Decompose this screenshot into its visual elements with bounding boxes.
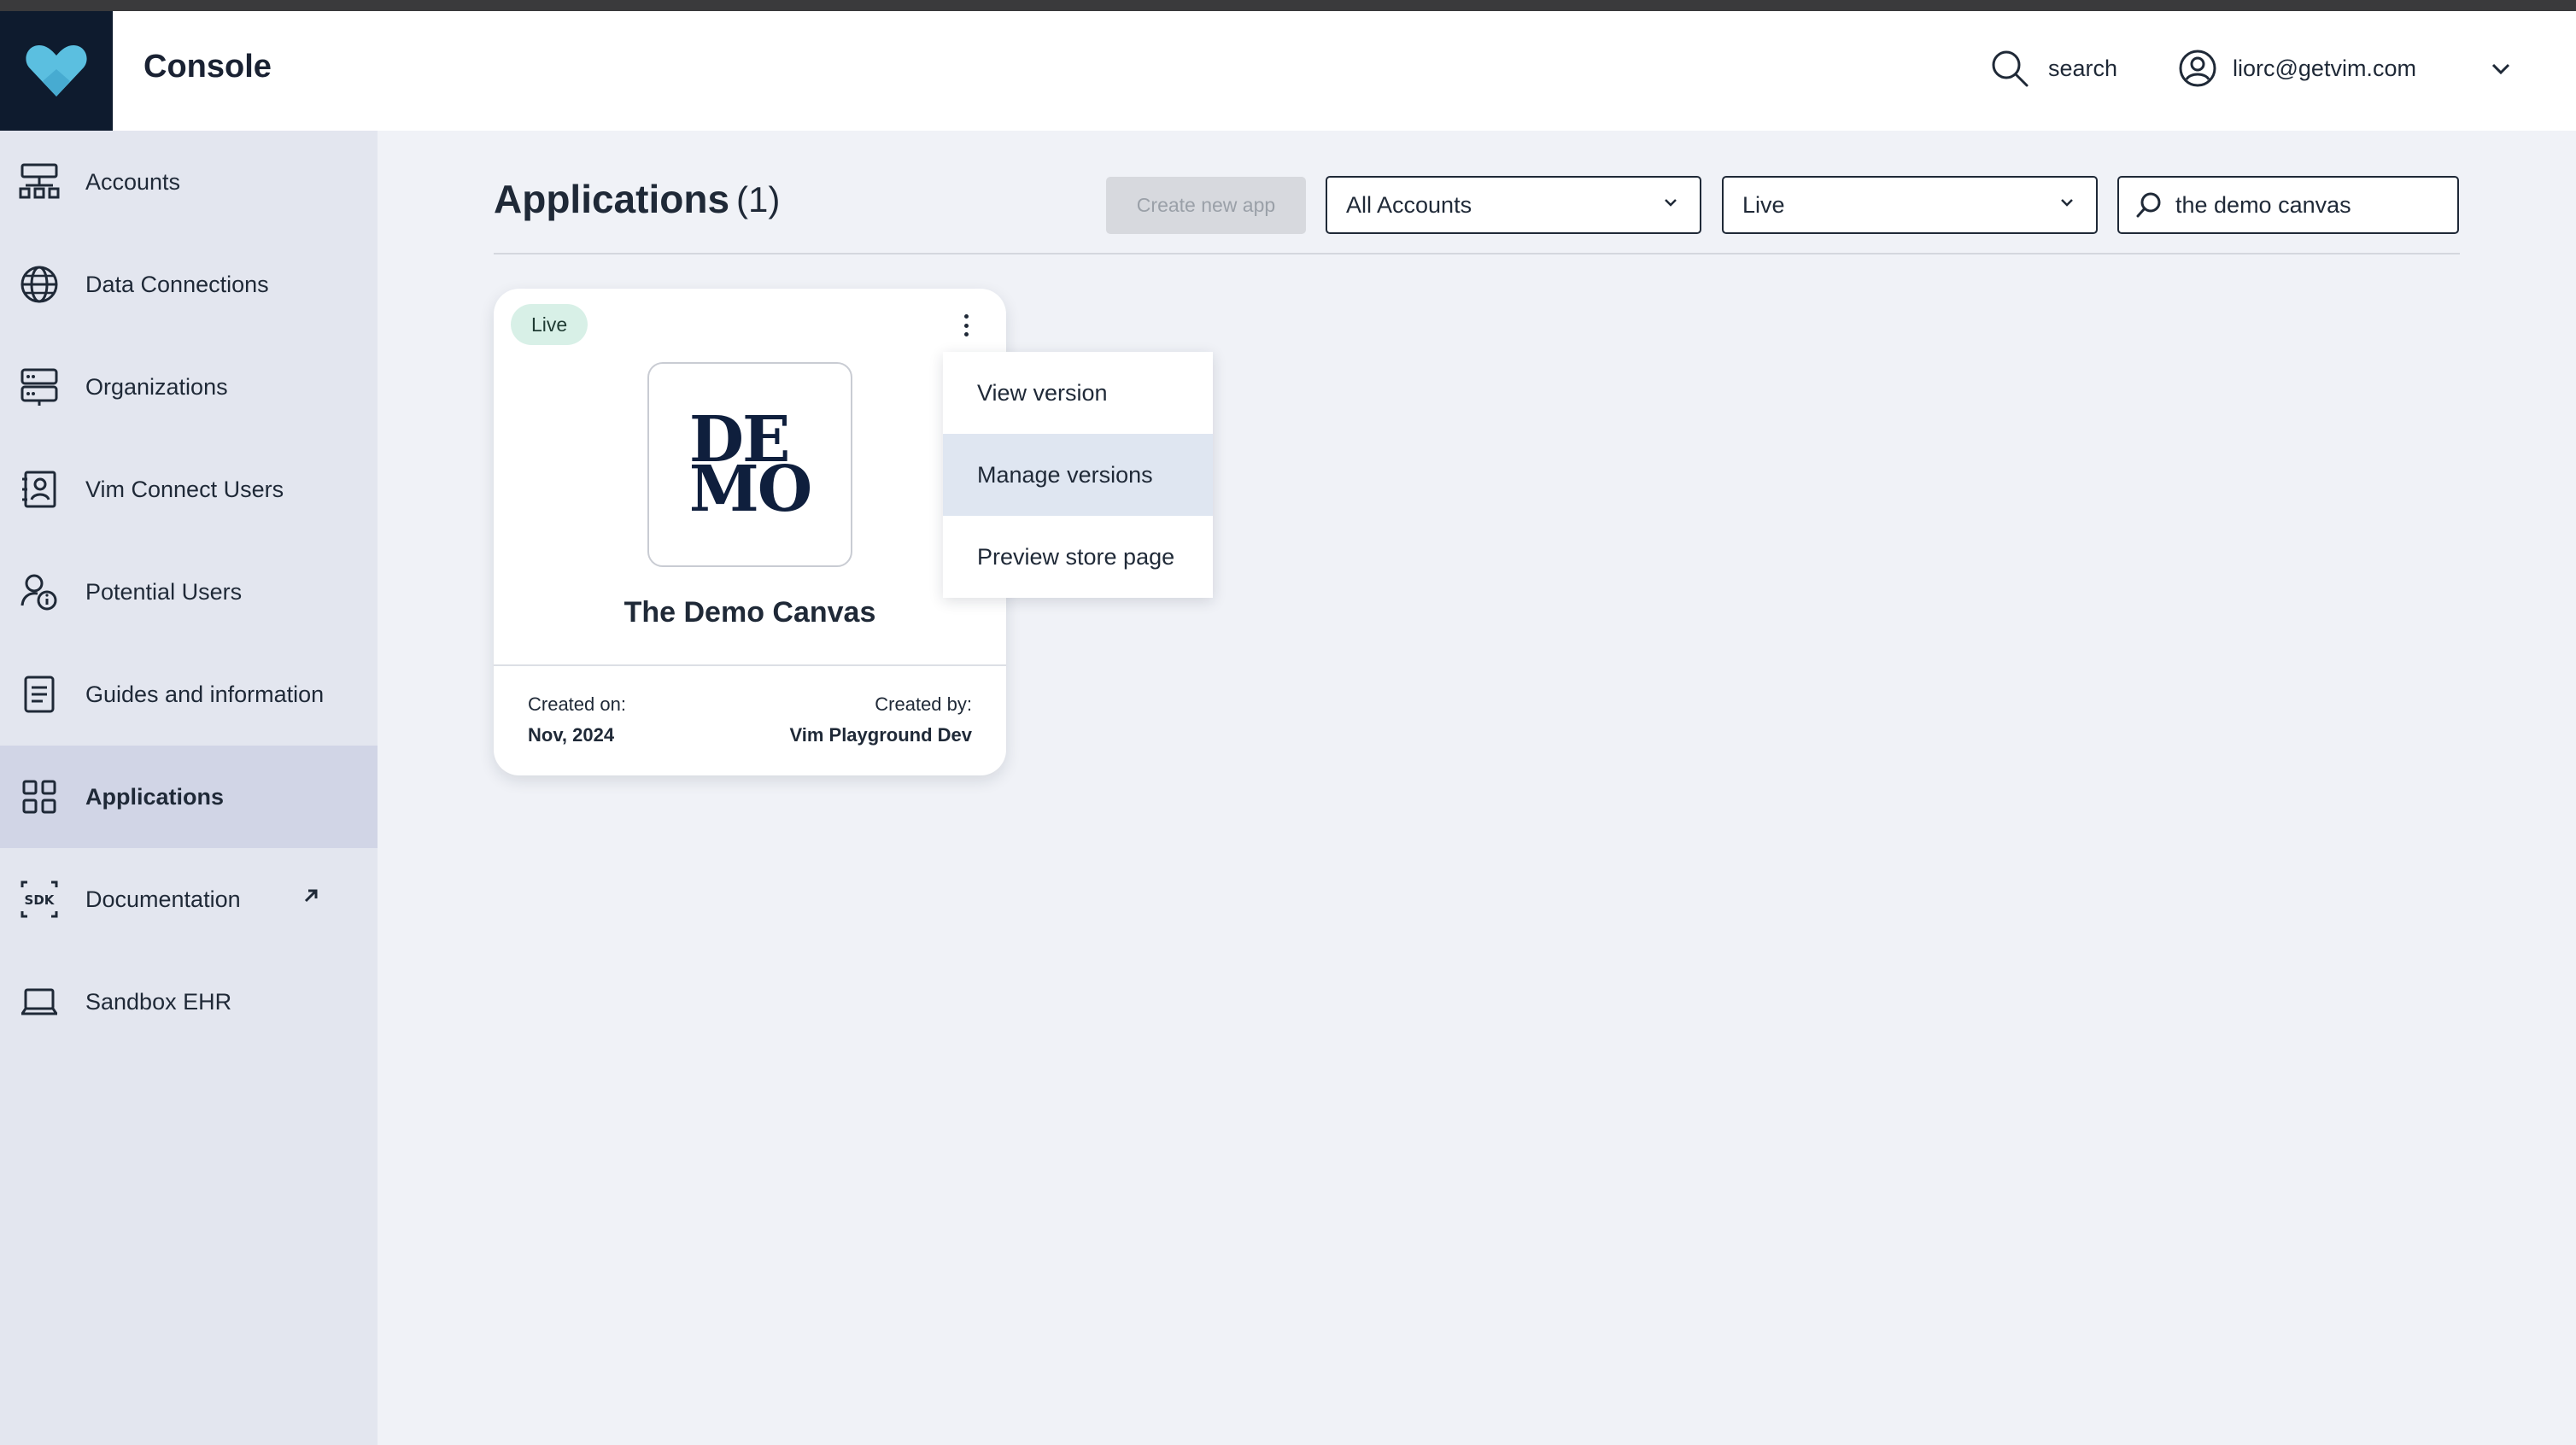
- app-logo-text: DE MO: [688, 408, 812, 526]
- sidebar-item-sandbox-ehr[interactable]: Sandbox EHR: [0, 951, 378, 1053]
- menu-item-preview-store-page[interactable]: Preview store page: [943, 516, 1213, 598]
- svg-text:SDK: SDK: [25, 892, 56, 908]
- sidebar-item-label: Documentation: [85, 886, 241, 912]
- chevron-down-icon: [2491, 63, 2510, 75]
- sidebar-item-organizations[interactable]: Organizations: [0, 336, 378, 438]
- sidebar-item-applications[interactable]: Applications: [0, 746, 378, 848]
- account-filter-value: All Accounts: [1346, 191, 1472, 218]
- more-options-icon[interactable]: [953, 311, 979, 340]
- created-by-value: Vim Playground Dev: [789, 724, 972, 746]
- menu-item-view-version[interactable]: View version: [943, 352, 1213, 434]
- created-on-label: Created on:: [528, 693, 626, 715]
- app-search-box[interactable]: [2117, 176, 2459, 234]
- header-search-label: search: [2048, 55, 2118, 81]
- external-link-icon: [302, 887, 319, 909]
- status-filter-value: Live: [1742, 191, 1785, 218]
- sidebar-item-documentation[interactable]: SDK Documentation: [0, 848, 378, 951]
- accounts-icon: [19, 161, 60, 202]
- created-by-label: Created by:: [875, 693, 972, 715]
- laptop-icon: [19, 981, 60, 1022]
- sidebar-item-data-connections[interactable]: Data Connections: [0, 233, 378, 336]
- server-icon: [19, 366, 60, 407]
- sidebar-item-guides[interactable]: Guides and information: [0, 643, 378, 746]
- account-filter-select[interactable]: All Accounts: [1326, 176, 1701, 234]
- app-logo-line-2: MO: [688, 453, 812, 526]
- user-menu-toggle[interactable]: [2491, 62, 2511, 80]
- top-header: Console search liorc@getvim.com: [0, 11, 2576, 131]
- app-title: Console: [143, 49, 272, 85]
- chevron-down-icon: [2061, 199, 2073, 207]
- user-email: liorc@getvim.com: [2233, 55, 2416, 81]
- card-divider: [494, 664, 1006, 666]
- app-count: (1): [736, 179, 781, 219]
- app-name: The Demo Canvas: [624, 596, 876, 629]
- sidebar-item-label: Applications: [85, 783, 225, 810]
- app-logo: DE MO: [647, 362, 852, 567]
- app-context-menu: View version Manage versions Preview sto…: [943, 352, 1213, 598]
- sidebar-item-label: Potential Users: [85, 578, 243, 605]
- sidebar-item-potential-users[interactable]: Potential Users: [0, 541, 378, 643]
- status-badge: Live: [511, 304, 588, 345]
- user-avatar-icon: [2179, 50, 2216, 87]
- sidebar: Accounts Data Connections Organizations …: [0, 131, 378, 1445]
- document-icon: [19, 674, 60, 715]
- contact-card-icon: [19, 469, 60, 510]
- sidebar-item-label: Accounts: [85, 168, 181, 195]
- window-top-strip: [0, 0, 2576, 11]
- sidebar-item-vim-connect-users[interactable]: Vim Connect Users: [0, 438, 378, 541]
- sidebar-item-label: Guides and information: [85, 681, 325, 707]
- heart-logo-icon: [26, 45, 87, 97]
- header-divider: [494, 253, 2460, 254]
- app-card[interactable]: Live DE MO The Demo Canvas Created on: N…: [494, 289, 1006, 775]
- chevron-down-icon: [1665, 199, 1677, 207]
- status-filter-select[interactable]: Live: [1722, 176, 2098, 234]
- grid-icon: [19, 776, 60, 817]
- created-on-value: Nov, 2024: [528, 724, 615, 746]
- header-search-button[interactable]: search: [1990, 49, 2117, 88]
- search-icon: [2136, 192, 2161, 218]
- user-info-icon: [19, 571, 60, 612]
- search-icon: [1992, 50, 2029, 87]
- sidebar-item-accounts[interactable]: Accounts: [0, 131, 378, 233]
- sidebar-item-label: Data Connections: [85, 271, 269, 297]
- menu-item-manage-versions[interactable]: Manage versions: [943, 434, 1213, 516]
- vim-logo[interactable]: [0, 11, 113, 131]
- create-new-app-button[interactable]: Create new app: [1106, 177, 1306, 234]
- sdk-icon: SDK: [19, 879, 60, 920]
- user-menu[interactable]: liorc@getvim.com: [2178, 49, 2416, 88]
- sidebar-item-label: Vim Connect Users: [85, 476, 284, 502]
- app-search-input[interactable]: [2175, 191, 2449, 219]
- globe-icon: [19, 264, 60, 305]
- sidebar-item-label: Organizations: [85, 373, 228, 400]
- page-title: Applications: [494, 177, 730, 221]
- sidebar-item-label: Sandbox EHR: [85, 988, 232, 1015]
